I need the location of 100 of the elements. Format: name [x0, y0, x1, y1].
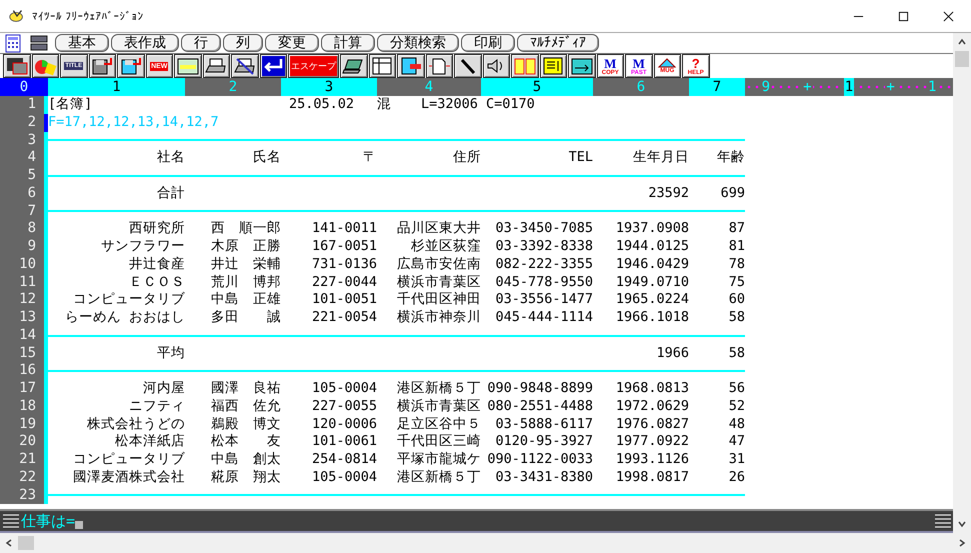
menu-button[interactable]: 変更 — [265, 34, 319, 52]
scroll-thumb[interactable] — [18, 536, 34, 550]
triangle-icon — [657, 58, 678, 68]
table-cell-text: 090-1122-0033 — [486, 451, 593, 469]
floppy-out-icon — [90, 56, 114, 76]
floppy-out-button[interactable] — [88, 54, 116, 78]
table-cell-text: 58 — [728, 309, 745, 327]
table-cell-text: 荒川 博邦 — [210, 274, 281, 292]
table-cell-text: 227-0055 — [310, 398, 377, 416]
table-cell-text: 120-0006 — [310, 416, 377, 434]
table-cell-text: 48 — [728, 416, 745, 434]
menu-button[interactable]: 計算 — [321, 34, 375, 52]
table-cell-text: らーめん おおはし — [64, 309, 185, 327]
split-view-icon[interactable] — [29, 33, 49, 53]
pie-button[interactable] — [32, 54, 59, 78]
line-number: 14 — [0, 326, 48, 344]
maximize-icon[interactable] — [898, 10, 909, 22]
scroll-thumb[interactable] — [955, 51, 969, 67]
summary-label: 平均 — [156, 344, 185, 362]
enter-button[interactable] — [260, 54, 287, 78]
table-cell-text: 松本洋紙店 — [114, 433, 185, 451]
page-button[interactable] — [426, 54, 453, 78]
column-header: 氏名 — [252, 149, 281, 167]
table-cell-text: 1946.0429 — [614, 256, 689, 274]
insert-button[interactable] — [397, 54, 424, 78]
line-number: 11 — [0, 274, 48, 292]
position-text: L=32006 C=0170 — [421, 96, 535, 114]
table-cell-text: 1998.0817 — [614, 468, 689, 486]
menu-icon[interactable] — [3, 513, 19, 530]
table-cell-text: コンピュータリブ — [72, 291, 185, 309]
column-header: 生年月日 — [632, 149, 689, 167]
column-header: 住所 — [452, 149, 481, 167]
page-icon — [427, 56, 452, 76]
close-icon[interactable] — [943, 10, 954, 22]
table-cell-text: 福西 佐允 — [210, 398, 281, 416]
line-number: 8 — [0, 220, 48, 238]
calculator-icon[interactable] — [3, 33, 23, 53]
summary-value: 699 — [720, 184, 745, 202]
sheet-title: [名簿] — [48, 96, 94, 114]
book-button[interactable] — [511, 54, 538, 78]
horizontal-scrollbar[interactable] — [0, 533, 971, 553]
menu-button[interactable]: 表作成 — [111, 34, 179, 52]
line-number: 1 — [0, 96, 48, 114]
table-cell-text: 045-778-9550 — [494, 274, 593, 292]
escape-button[interactable]: エスケープ — [288, 54, 339, 78]
table-cell-text: 105-0004 — [310, 468, 377, 486]
menu-button[interactable]: 印刷 — [461, 34, 515, 52]
table-cell-text: 西研究所 — [128, 220, 185, 238]
menu-button[interactable]: ﾏﾙﾁﾒﾃﾞｨｱ — [517, 34, 599, 52]
table-cell-text: 多田 誠 — [210, 309, 281, 327]
window-icon — [4, 56, 29, 76]
scroll-right-icon[interactable] — [957, 538, 967, 548]
line-number: 16 — [0, 362, 48, 380]
summary-label: 合計 — [156, 184, 185, 202]
window-button[interactable] — [3, 54, 30, 78]
table-cell-text: 0120-95-3927 — [494, 433, 593, 451]
grid-icon — [370, 56, 394, 76]
scroll-left-icon[interactable] — [4, 538, 14, 548]
table-cell-text: 105-0004 — [310, 380, 377, 398]
menu-button[interactable]: 列 — [223, 34, 263, 52]
ruler-segment: 5 — [481, 78, 593, 96]
menu-button[interactable]: 分類検索 — [377, 34, 459, 52]
text-cursor — [75, 521, 84, 530]
table-cell-text: 227-0044 — [310, 274, 377, 292]
menu-icon[interactable] — [935, 513, 951, 530]
table-cell-text: 090-9848-8899 — [486, 380, 593, 398]
table-cell-text: コンピュータリブ — [72, 451, 185, 469]
ruler-mark: 1 — [844, 78, 854, 96]
floppy-in-icon — [118, 56, 143, 76]
scroll-up-icon[interactable] — [957, 37, 967, 47]
line-number: 20 — [0, 433, 48, 451]
floppy-in-button[interactable] — [117, 54, 144, 78]
table-cell-text: 國澤麦酒株式会社 — [72, 468, 185, 486]
vertical-scrollbar[interactable] — [953, 33, 971, 533]
list-button[interactable] — [540, 54, 567, 78]
printer-button[interactable] — [202, 54, 230, 78]
table-cell-text: 横浜市青葉区 — [396, 398, 481, 416]
line-number: 22 — [0, 468, 48, 486]
format-text: F=17,12,12,13,14,12,7 — [48, 114, 220, 132]
list-icon — [541, 56, 566, 76]
menu-button[interactable]: 基本 — [55, 34, 109, 52]
laptop-button[interactable] — [340, 54, 368, 78]
table-cell-text: 1968.0813 — [614, 380, 689, 398]
printer-x-button[interactable] — [231, 54, 258, 78]
table-cell-text: 1976.0827 — [614, 416, 689, 434]
menu-button[interactable]: 行 — [181, 34, 221, 52]
table-cell-text: 1965.0224 — [614, 291, 689, 309]
line-number: 18 — [0, 398, 48, 416]
table-cell-text: 松本 友 — [210, 433, 281, 451]
screen-button[interactable] — [568, 54, 596, 78]
table-cell-text: 045-444-1114 — [494, 309, 593, 327]
line-number: 10 — [0, 256, 48, 274]
speaker-button[interactable] — [482, 54, 510, 78]
grid-button[interactable] — [368, 54, 396, 78]
table-cell-text: 254-0814 — [310, 451, 377, 469]
scroll-down-icon[interactable] — [957, 519, 967, 529]
table-cell-text: 47 — [728, 433, 745, 451]
table-cell-text: 西 順一郎 — [210, 220, 281, 238]
card-button[interactable] — [174, 54, 202, 78]
date-text: 25.05.02 — [288, 96, 356, 114]
